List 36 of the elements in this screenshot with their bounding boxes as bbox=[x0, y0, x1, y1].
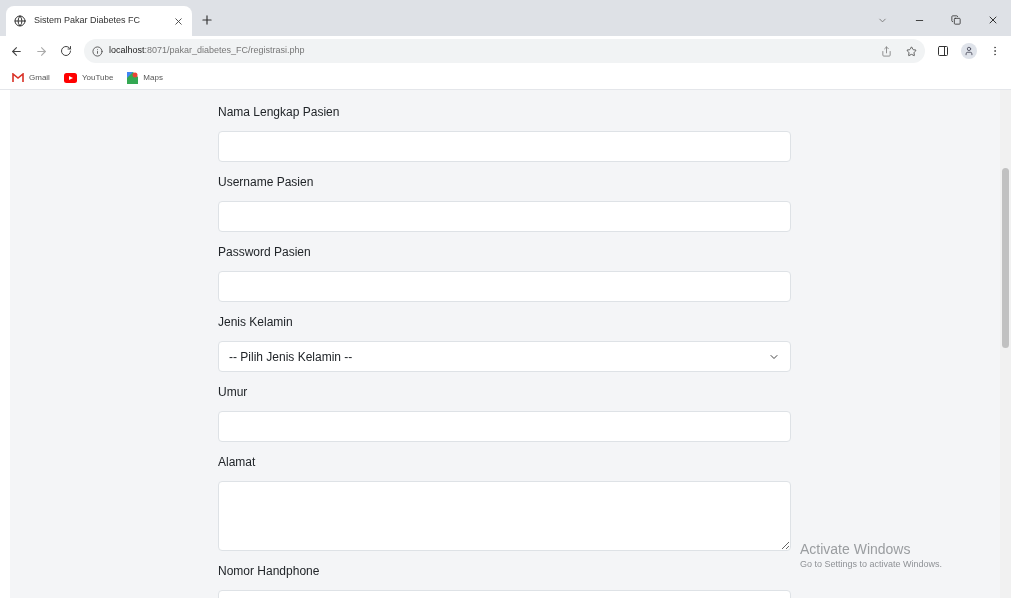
back-icon[interactable] bbox=[10, 44, 23, 58]
profile-avatar[interactable] bbox=[961, 43, 977, 59]
bookmark[interactable]: YouTube bbox=[63, 71, 114, 84]
map-pin-icon bbox=[127, 71, 139, 84]
forward-icon[interactable] bbox=[35, 44, 48, 58]
activation-title: Activate Windows bbox=[800, 540, 912, 558]
field-label: Alamat bbox=[218, 454, 257, 471]
input-field[interactable] bbox=[218, 131, 791, 162]
field-label: Password Pasien bbox=[218, 244, 312, 261]
share-icon[interactable] bbox=[881, 45, 892, 57]
info-icon bbox=[92, 45, 103, 57]
field-label: Jenis Kelamin bbox=[218, 314, 294, 331]
star-icon[interactable] bbox=[906, 45, 917, 57]
play-icon bbox=[63, 72, 77, 83]
bookmark[interactable]: Maps bbox=[127, 71, 163, 84]
activation-text: Go to Settings to activate Windows. bbox=[800, 558, 943, 571]
address-bar[interactable]: localhost:8071/pakar_diabetes_FC/registrasi.php bbox=[84, 39, 925, 63]
close-icon[interactable] bbox=[987, 14, 999, 26]
mail-icon bbox=[12, 72, 24, 83]
new-tab-icon[interactable] bbox=[200, 13, 214, 27]
restore-icon[interactable] bbox=[951, 15, 961, 25]
field-label: Username Pasien bbox=[218, 174, 315, 191]
close-icon[interactable] bbox=[173, 15, 184, 27]
field-label: Umur bbox=[218, 384, 249, 401]
input-field[interactable] bbox=[218, 411, 791, 442]
field-label: Nomor Handphone bbox=[218, 563, 321, 580]
bookmark[interactable]: Gmail bbox=[12, 71, 50, 84]
globe-icon bbox=[14, 15, 26, 27]
browser-tab[interactable]: Sistem Pakar Diabetes FC bbox=[6, 6, 192, 36]
side-panel-icon[interactable] bbox=[937, 45, 949, 57]
reload-icon[interactable] bbox=[60, 45, 72, 57]
input-field[interactable] bbox=[218, 271, 791, 302]
input-field[interactable] bbox=[218, 201, 791, 232]
scrollbar[interactable] bbox=[1000, 90, 1011, 598]
dropdown-field[interactable]: -- Pilih Jenis Kelamin -- bbox=[218, 341, 791, 372]
field-label: Nama Lengkap Pasien bbox=[218, 104, 341, 121]
